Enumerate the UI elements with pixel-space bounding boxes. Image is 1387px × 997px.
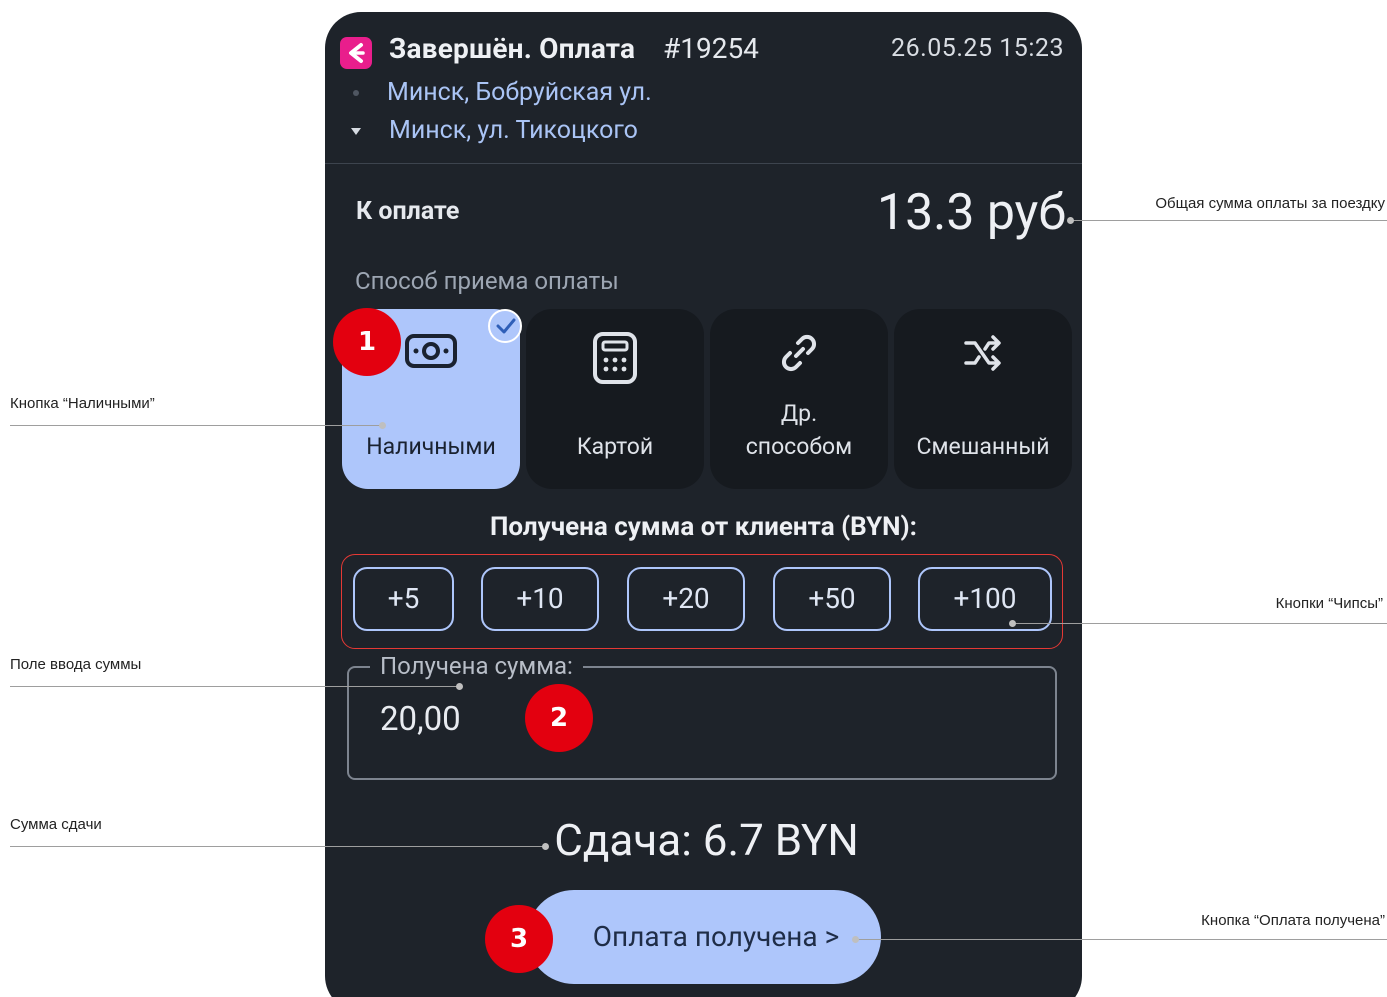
header-divider [325,163,1082,164]
callout-total-amount: Общая сумма оплаты за поездку [1155,195,1385,212]
route-end-arrow-icon [351,128,361,135]
link-icon [777,331,821,379]
payment-received-button[interactable]: Оплата получена > [527,890,881,984]
leader-dot-change-amount [542,843,549,850]
order-datetime: 26.05.25 15:23 [891,34,1064,63]
chip-plus-50-button[interactable]: +50 [773,567,891,631]
payment-method-title: Способ приема оплаты [355,267,619,295]
annotation-badge-2: 2 [525,684,593,752]
chip-plus-10-button[interactable]: +10 [481,567,599,631]
leader-dot-amount-input [456,683,463,690]
chip-plus-5-button[interactable]: +5 [353,567,454,631]
leader-line-change-amount [10,846,546,847]
callout-confirm-button: Кнопка “Оплата получена” [1201,912,1385,929]
leader-dot-total-amount [1067,217,1074,224]
leader-dot-cash-button [379,422,386,429]
leader-line-cash-button [10,425,382,426]
selected-check-icon [488,309,522,343]
chip-plus-100-button[interactable]: +100 [918,567,1052,631]
method-mixed-label: Смешанный [916,433,1050,460]
callout-cash-button: Кнопка “Наличными” [10,395,155,412]
chip-plus-20-button[interactable]: +20 [627,567,745,631]
app-logo-icon [340,37,372,69]
callout-chips: Кнопки “Чипсы” [1275,595,1383,612]
leader-line-confirm-button [856,939,1387,940]
change-amount: Сдача: 6.7 BYN [554,814,859,866]
received-amount-label: Получена сумма: [370,652,583,680]
callout-amount-input: Поле ввода суммы [10,656,142,673]
method-cash-label: Наличными [366,433,496,460]
route-to: Минск, ул. Тикоцкого [389,116,638,145]
leader-dot-chips [1009,620,1016,627]
payment-screen: Завершён. Оплата #19254 26.05.25 15:23 М… [325,12,1082,997]
leader-line-total-amount [1071,220,1387,221]
method-other-label-line2: способом [745,433,853,460]
method-card-button[interactable]: Картой [526,309,704,489]
card-terminal-icon [591,331,639,389]
method-other-button[interactable]: Др. способом [710,309,888,489]
annotation-badge-3: 3 [485,905,553,973]
annotation-badge-1: 1 [333,308,401,376]
order-status-title: Завершён. Оплата [389,32,636,65]
leader-line-chips [1013,623,1387,624]
route-from: Минск, Бобруйская ул. [387,78,652,107]
method-other-label-line1: Др. [780,400,818,427]
leader-line-amount-input [10,686,460,687]
order-number: #19254 [663,32,759,65]
to-pay-amount: 13.3 руб [876,184,1066,242]
callout-change-amount: Сумма сдачи [10,816,102,833]
cash-icon [404,331,458,375]
method-card-label: Картой [576,433,654,460]
shuffle-icon [961,331,1005,379]
leader-dot-confirm-button [852,936,859,943]
received-amount-title: Получена сумма от клиента (BYN): [490,512,917,542]
route-start-dot-icon [353,90,359,96]
to-pay-label: К оплате [356,197,460,226]
method-other-label: Др. способом [710,397,888,463]
method-mixed-button[interactable]: Смешанный [894,309,1072,489]
